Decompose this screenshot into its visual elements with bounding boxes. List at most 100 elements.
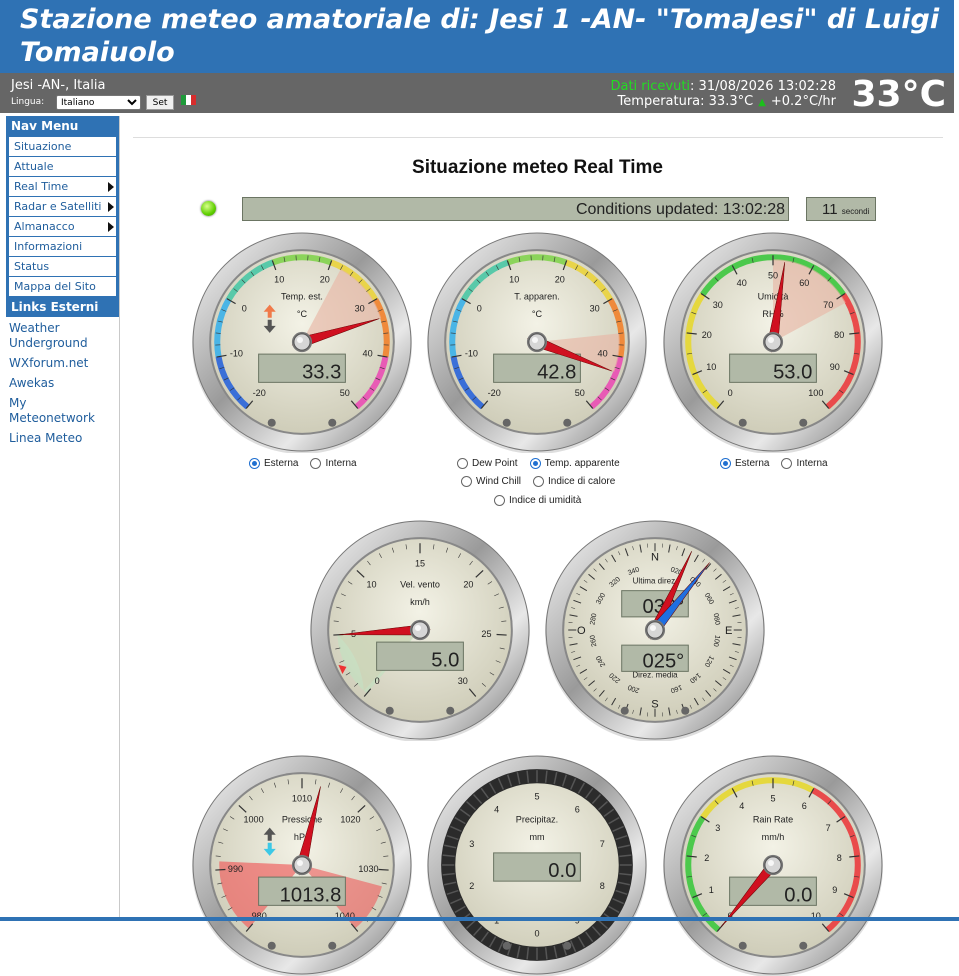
tick-label: 25 bbox=[481, 629, 491, 639]
average-direction-value: 025° bbox=[643, 650, 685, 672]
nav-item-almanacco[interactable]: Almanacco bbox=[9, 217, 116, 237]
tick-label: -10 bbox=[465, 349, 478, 359]
info-bar: Jesi -AN-, Italia Dati ricevuti: 31/08/2… bbox=[0, 73, 954, 113]
tick-label: 20 bbox=[555, 274, 565, 284]
tick-label: -10 bbox=[230, 349, 243, 359]
tick-label: 0 bbox=[534, 929, 539, 939]
nav-item-label: Radar e Satelliti bbox=[14, 200, 102, 213]
bottom-bar bbox=[0, 917, 959, 921]
tick-label: 5 bbox=[534, 791, 539, 801]
radio-label: Indice di umidità bbox=[509, 495, 581, 506]
tick-label: 100 bbox=[808, 388, 823, 398]
site-header: Stazione meteo amatoriale di: Jesi 1 -AN… bbox=[0, 0, 954, 73]
cardinal-label: E bbox=[725, 625, 732, 637]
submenu-arrow-icon bbox=[108, 182, 114, 192]
nav-item-mappa[interactable]: Mappa del Sito bbox=[9, 277, 116, 296]
pressure-gauge: 98099010001010102010301040PressionehPa10… bbox=[191, 754, 413, 976]
radio-indice-calore[interactable] bbox=[533, 476, 544, 487]
radio-temp-apparente[interactable] bbox=[530, 458, 541, 469]
tick-label: 40 bbox=[737, 278, 747, 288]
tick-label: 50 bbox=[768, 270, 778, 280]
radio-hum-esterna[interactable] bbox=[720, 458, 731, 469]
nav-item-informazioni[interactable]: Informazioni bbox=[9, 237, 116, 257]
nav-item-real-time[interactable]: Real Time bbox=[9, 177, 116, 197]
gauge-value: 0.0 bbox=[784, 884, 812, 906]
tick-label: 7 bbox=[826, 823, 831, 833]
tick-label: 10 bbox=[706, 362, 716, 372]
radio-label: Indice di calore bbox=[548, 476, 615, 487]
humidity-gauge: 0102030405060708090100UmiditàRH%53.0 bbox=[662, 231, 884, 453]
gauge-value: 53.0 bbox=[773, 361, 812, 383]
location-text: Jesi -AN-, Italia bbox=[11, 78, 105, 93]
cardinal-label: S bbox=[651, 699, 658, 711]
nav-item-status[interactable]: Status bbox=[9, 257, 116, 277]
gauge-unit: °C bbox=[297, 309, 308, 319]
link-awekas[interactable]: Awekas bbox=[6, 376, 119, 391]
nav-item-radar[interactable]: Radar e Satelliti bbox=[9, 197, 116, 217]
rain-gauge: 0123456789Precipitaz.mm0.0 bbox=[426, 754, 648, 976]
data-received-line: Dati ricevuti: 31/08/2026 13:02:28 bbox=[610, 79, 836, 94]
tick-label: 990 bbox=[228, 864, 243, 874]
submenu-arrow-icon bbox=[108, 222, 114, 232]
conditions-status: Conditions updated: 13:02:28 bbox=[242, 197, 789, 221]
tick-label: 8 bbox=[837, 853, 842, 863]
humidity-source-options: Esterna Interna bbox=[720, 458, 840, 469]
nav-menu-title: Nav Menu bbox=[6, 116, 119, 136]
tick-label: 4 bbox=[494, 805, 499, 815]
apparent-options-1: Dew Point Temp. apparente bbox=[457, 458, 632, 469]
link-wxforum[interactable]: WXforum.net bbox=[6, 356, 119, 371]
tick-label: 2 bbox=[704, 853, 709, 863]
radio-wind-chill[interactable] bbox=[461, 476, 472, 487]
tick-label: 0 bbox=[375, 676, 380, 686]
tick-label: 10 bbox=[509, 274, 519, 284]
gauge-unit: mm bbox=[529, 832, 544, 842]
sidebar: Nav Menu Situazione Attuale Real Time Ra… bbox=[6, 116, 119, 921]
tick-label: 6 bbox=[575, 805, 580, 815]
wind-speed-gauge: 051015202530Vel. ventokm/h5.0 bbox=[309, 519, 531, 741]
gauge-title: Umidità bbox=[758, 292, 790, 302]
rain-rate-gauge: 012345678910Rain Ratemm/h0.0 bbox=[662, 754, 884, 976]
data-received-value: : 31/08/2026 13:02:28 bbox=[690, 79, 836, 94]
tick-label: 1000 bbox=[243, 814, 263, 824]
tick-label: 5 bbox=[770, 793, 775, 803]
link-weather-underground[interactable]: Weather Underground bbox=[6, 321, 119, 351]
radio-temp-esterna[interactable] bbox=[249, 458, 260, 469]
tick-label: 70 bbox=[823, 300, 833, 310]
current-temperature: 33°C bbox=[851, 74, 946, 115]
page-title: Situazione meteo Real Time bbox=[0, 157, 959, 179]
temperature-line: Temperatura: 33.3°C▲+0.2°C/hr bbox=[618, 94, 836, 109]
content-divider bbox=[133, 137, 943, 138]
tick-label: 50 bbox=[575, 388, 585, 398]
set-language-button[interactable]: Set bbox=[146, 95, 174, 110]
language-select[interactable]: Italiano bbox=[56, 95, 141, 110]
nav-item-situazione[interactable]: Situazione bbox=[9, 137, 116, 157]
gauge-unit: km/h bbox=[410, 597, 430, 607]
link-linea-meteo[interactable]: Linea Meteo bbox=[6, 431, 119, 446]
site-title: Stazione meteo amatoriale di: Jesi 1 -AN… bbox=[20, 3, 950, 69]
gauge-value: 1013.8 bbox=[280, 884, 342, 906]
tick-label: 50 bbox=[340, 388, 350, 398]
tick-label: 1 bbox=[709, 885, 714, 895]
radio-temp-interna[interactable] bbox=[310, 458, 321, 469]
cardinal-label: O bbox=[577, 625, 586, 637]
gauge-value: 5.0 bbox=[431, 649, 459, 671]
wind-direction-gauge: NESO020040060080100120140160200220240260… bbox=[544, 519, 766, 741]
radio-indice-umidita[interactable] bbox=[494, 495, 505, 506]
tick-label: 1010 bbox=[292, 793, 312, 803]
radio-dew-point[interactable] bbox=[457, 458, 468, 469]
status-led-icon bbox=[201, 201, 216, 216]
link-meteonetwork[interactable]: My Meteonetwork bbox=[6, 396, 119, 426]
tick-label: 6 bbox=[802, 801, 807, 811]
gauge-value: 33.3 bbox=[302, 361, 341, 383]
radio-hum-interna[interactable] bbox=[781, 458, 792, 469]
gauge-title: Temp. est. bbox=[281, 292, 323, 302]
submenu-arrow-icon bbox=[108, 202, 114, 212]
radio-label: Esterna bbox=[735, 458, 769, 469]
gauge-title: Precipitaz. bbox=[516, 815, 558, 825]
temperature-gauge: -20-1001020304050Temp. est.°C33.3 bbox=[191, 231, 413, 453]
italy-flag-icon[interactable] bbox=[181, 95, 196, 105]
tick-label: 80 bbox=[834, 330, 844, 340]
nav-item-label: Real Time bbox=[14, 180, 68, 193]
radio-label: Temp. apparente bbox=[545, 458, 620, 469]
tick-label: 40 bbox=[363, 349, 373, 359]
